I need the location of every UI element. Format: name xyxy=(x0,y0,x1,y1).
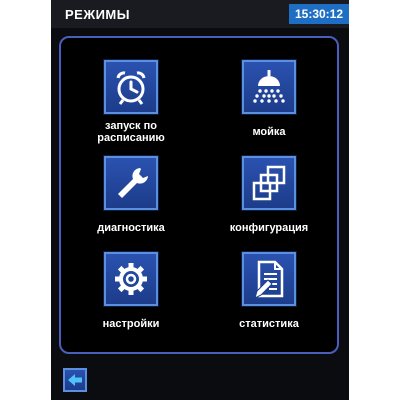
mode-label: настройки xyxy=(102,318,160,330)
alarm-clock-icon xyxy=(116,71,146,105)
diagnostics-button[interactable] xyxy=(104,156,158,210)
stacked-windows-icon xyxy=(252,165,286,201)
modes-panel: запуск по расписанию мойка диагностика к… xyxy=(59,36,339,354)
clock-display: 15:30:12 xyxy=(289,4,349,24)
document-pen-icon xyxy=(254,260,284,299)
device-screen: РЕЖИМЫ 15:30:12 запуск по расписанию мой… xyxy=(51,0,349,400)
shower-icon xyxy=(253,70,285,103)
mode-label: конфигурация xyxy=(229,222,309,234)
back-button[interactable] xyxy=(63,368,87,392)
settings-button[interactable] xyxy=(104,252,158,306)
configuration-button[interactable] xyxy=(242,156,296,210)
wrench-icon xyxy=(118,168,148,198)
statistics-button[interactable] xyxy=(242,252,296,306)
mode-label: статистика xyxy=(239,318,299,330)
mode-wash[interactable]: мойка xyxy=(199,60,339,138)
mode-settings[interactable]: настройки xyxy=(61,252,201,330)
schedule-button[interactable] xyxy=(104,60,158,114)
mode-label: диагностика xyxy=(97,222,165,234)
mode-statistics[interactable]: статистика xyxy=(199,252,339,330)
page-title: РЕЖИМЫ xyxy=(65,7,130,22)
mode-label: мойка xyxy=(252,126,286,138)
wash-button[interactable] xyxy=(242,60,296,114)
title-bar: РЕЖИМЫ 15:30:12 xyxy=(51,0,349,28)
mode-label: запуск по расписанию xyxy=(97,120,165,144)
gear-icon xyxy=(115,263,147,295)
arrow-left-icon xyxy=(68,374,82,386)
mode-schedule[interactable]: запуск по расписанию xyxy=(61,60,201,144)
mode-configuration[interactable]: конфигурация xyxy=(199,156,339,234)
mode-diagnostics[interactable]: диагностика xyxy=(61,156,201,234)
